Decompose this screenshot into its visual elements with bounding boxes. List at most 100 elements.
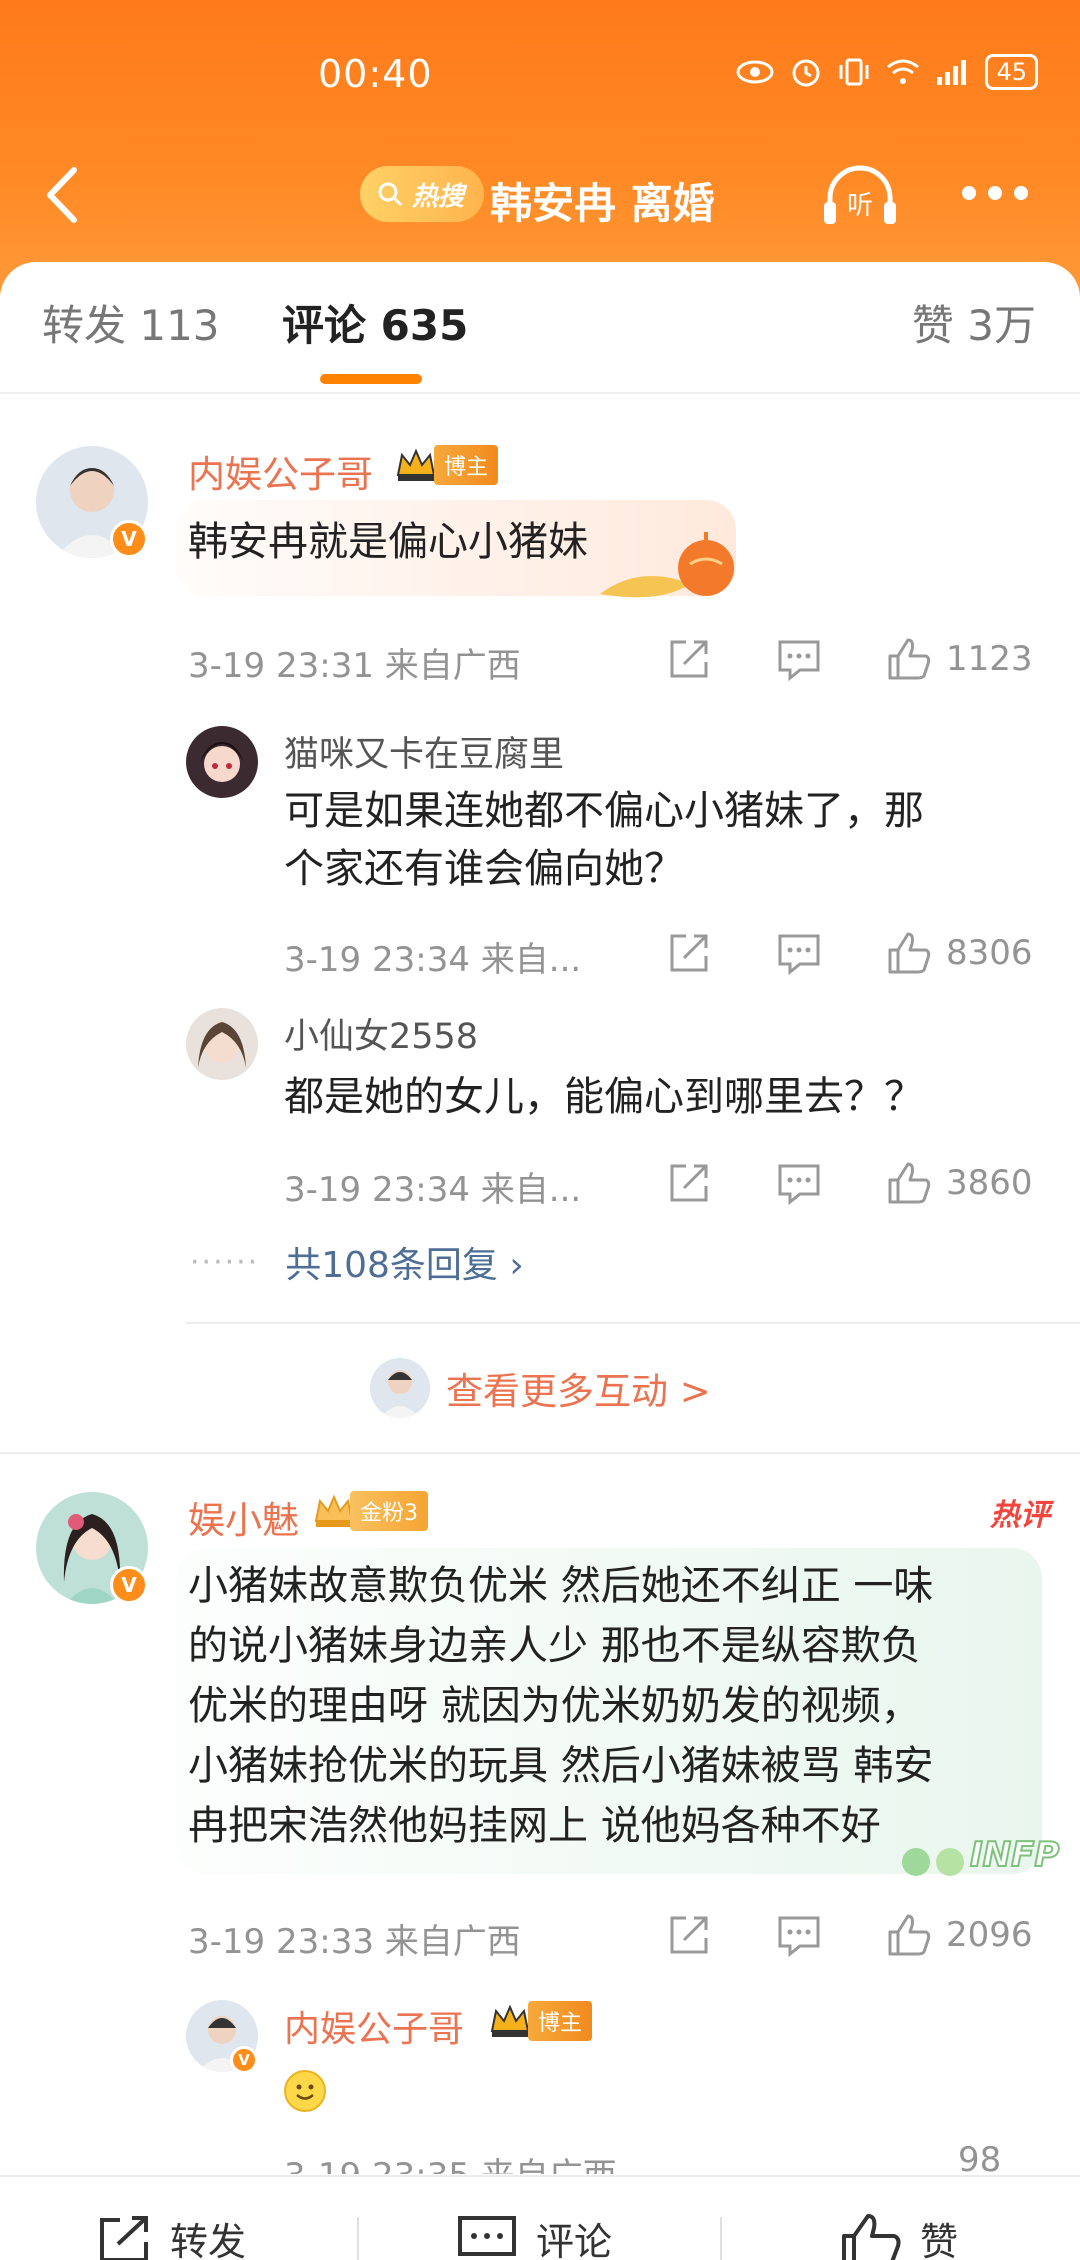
fan-badge-label: 金粉3 — [350, 1491, 428, 1531]
reply-time: 3-19 23:34 — [284, 1170, 470, 1210]
signal-icon — [937, 60, 967, 85]
reply-icon[interactable] — [776, 1160, 822, 1206]
reply-avatar[interactable] — [186, 726, 258, 798]
comment-username[interactable]: 内娱公子哥 — [188, 444, 373, 498]
share-icon[interactable] — [666, 1160, 712, 1206]
headphones-icon[interactable]: 听 — [820, 164, 900, 228]
reply-username[interactable]: 小仙女2558 — [284, 1008, 478, 1059]
more-interactions-link[interactable]: 查看更多互动 > — [370, 1358, 711, 1418]
forward-icon — [100, 2215, 148, 2260]
like-count: 1123 — [946, 639, 1033, 679]
wifi-icon — [887, 59, 920, 84]
blogger-badge-label: 博主 — [528, 2001, 593, 2041]
like-count: 8306 — [946, 933, 1033, 973]
like-icon[interactable] — [886, 1160, 932, 1206]
comment-meta: 3-19 23:33 来自广西 — [188, 1914, 521, 1963]
comment-text: 韩安冉就是偏心小猪妹 — [188, 519, 588, 565]
comment-icon — [458, 2215, 516, 2256]
header: 00:40 45 热搜 韩安冉 离婚 听 — [0, 0, 1080, 300]
tab-likes[interactable]: 赞 3万 — [912, 292, 1036, 353]
thumbs-up-icon — [842, 2213, 901, 2260]
reply-actions: 3860 — [666, 1160, 1033, 1206]
like-button[interactable]: 赞 — [840, 2211, 958, 2260]
comment-label: 评论 — [536, 2220, 613, 2260]
reply-username[interactable]: 内娱公子哥 — [284, 2000, 464, 2052]
active-tab-indicator — [320, 374, 422, 384]
battery-indicator: 45 — [985, 54, 1038, 90]
reply-actions: 8306 — [666, 930, 1033, 976]
tab-forward[interactable]: 转发 113 — [42, 292, 220, 353]
reply-avatar[interactable] — [186, 1008, 258, 1080]
comment-meta: 3-19 23:31 来自广西 — [188, 638, 521, 687]
divider — [720, 2217, 722, 2260]
share-icon[interactable] — [666, 1912, 712, 1958]
comment-text-line: 优米的理由呀 就因为优米奶奶发的视频， — [188, 1683, 921, 1729]
verified-icon: V — [110, 520, 148, 558]
reply-text-line: 个家还有谁会偏向她？ — [284, 846, 684, 892]
comment-actions: 2096 — [666, 1912, 1033, 1958]
status-time: 00:40 — [318, 52, 433, 96]
verified-icon: V — [230, 2046, 258, 2074]
blogger-badge: 博主 — [488, 2001, 593, 2041]
more-options-icon[interactable] — [962, 186, 1028, 200]
comment-actions: 1123 — [666, 636, 1033, 682]
reply-meta: 3-19 23:35 来自广西 — [284, 2148, 617, 2174]
interaction-avatar — [370, 1358, 430, 1418]
hot-comment-tag: 热评 — [990, 1498, 1050, 1533]
tab-bar: 转发 113 评论 635 赞 3万 — [0, 292, 1080, 372]
forward-label: 转发 — [170, 2220, 247, 2260]
status-icons: 45 — [735, 54, 1038, 90]
like-icon[interactable] — [886, 1912, 932, 1958]
comment-location: 来自广西 — [384, 1922, 521, 1962]
more-interactions-label: 查看更多互动 > — [446, 1370, 711, 1413]
reply-location: 来自广西 — [481, 2156, 617, 2174]
reply-text: 都是她的女儿，能偏心到哪里去？？ — [284, 1074, 924, 1120]
search-icon — [378, 182, 403, 207]
crown-icon — [490, 2004, 530, 2037]
comment-username[interactable]: 娱小魅 — [188, 1490, 299, 1544]
reply-icon[interactable] — [776, 636, 822, 682]
nav-bar: 热搜 韩安冉 离婚 听 — [0, 150, 1080, 240]
page-title: 韩安冉 离婚 — [490, 179, 715, 228]
back-arrow-icon[interactable] — [38, 160, 86, 230]
reply-icon[interactable] — [776, 930, 822, 976]
comment-time: 3-19 23:31 — [188, 646, 374, 686]
like-count: 98 — [958, 2146, 1002, 2174]
comment-text-line: 小猪妹故意欺负优米 然后她还不纠正 一味 — [188, 1563, 934, 1609]
more-replies-label: 共108条回复 › — [285, 1245, 524, 1286]
comment-location: 来自广西 — [384, 646, 521, 686]
fan-badge: 金粉3 — [312, 1491, 428, 1531]
share-icon[interactable] — [666, 930, 712, 976]
tab-divider — [0, 392, 1080, 394]
blogger-badge-label: 博主 — [434, 445, 499, 485]
reply-username[interactable]: 猫咪又卡在豆腐里 — [284, 726, 564, 777]
reply-time: 3-19 23:34 — [284, 940, 470, 980]
vibrate-icon — [839, 58, 869, 86]
forward-button[interactable]: 转发 — [96, 2211, 246, 2260]
reply-icon[interactable] — [776, 1912, 822, 1958]
crown-icon — [396, 448, 436, 481]
tab-comments[interactable]: 评论 635 — [282, 292, 468, 353]
comment-button[interactable]: 评论 — [456, 2211, 612, 2260]
more-replies-link[interactable]: ······ 共108条回复 › — [190, 1236, 524, 1288]
alarm-icon — [792, 59, 820, 87]
section-divider — [0, 1452, 1080, 1454]
lantern-icon — [600, 532, 734, 598]
reply-text: 可是如果连她都不偏心小猪妹了，那 个家还有谁会偏向她？ — [284, 782, 924, 898]
reply-actions: 98 — [708, 2146, 1001, 2174]
verified-icon: V — [110, 1566, 148, 1604]
comment-text-line: 的说小猪妹身边亲人少 那也不是纵容欺负 — [188, 1623, 921, 1669]
like-icon[interactable] — [886, 930, 932, 976]
bottom-action-bar: 转发 评论 赞 — [0, 2175, 1080, 2260]
hot-search-tag[interactable]: 热搜 — [360, 166, 485, 222]
status-bar: 00:40 45 — [0, 52, 1080, 102]
comment-time: 3-19 23:33 — [188, 1922, 374, 1962]
reply-time: 3-19 23:35 — [284, 2156, 470, 2174]
comment-text-line: 冉把宋浩然他妈挂网上 说他妈各种不好 — [188, 1803, 881, 1849]
listen-label: 听 — [847, 191, 873, 221]
like-icon[interactable] — [886, 636, 932, 682]
reply-location: 来自... — [480, 940, 582, 980]
infp-sticker-icon: INFP — [902, 1834, 1060, 1876]
like-label: 赞 — [920, 2220, 959, 2260]
share-icon[interactable] — [666, 636, 712, 682]
